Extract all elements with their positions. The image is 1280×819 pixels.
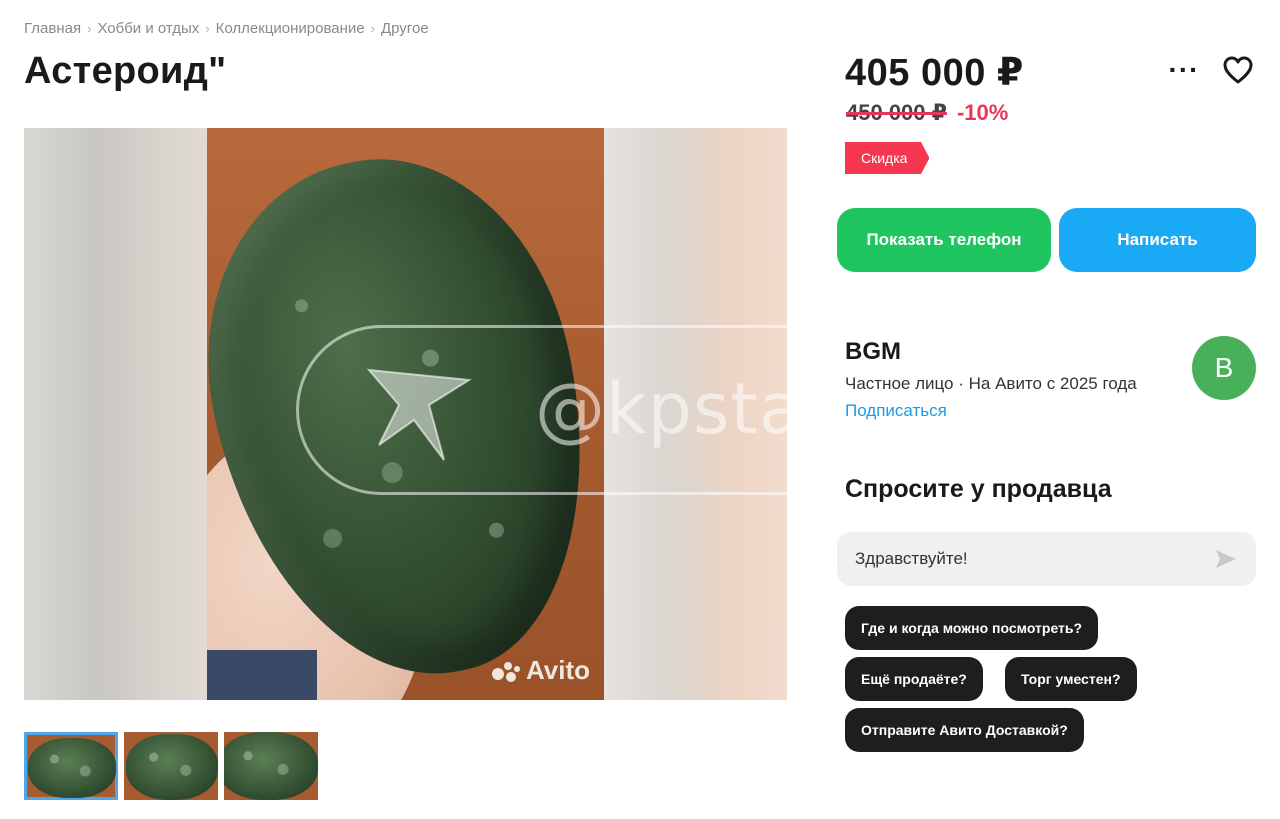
write-message-button[interactable]: Написать	[1059, 208, 1256, 272]
thumbnail-rock-image	[126, 734, 218, 800]
send-icon[interactable]	[1214, 547, 1238, 571]
ask-seller-title: Спросите у продавца	[845, 475, 1112, 503]
avatar[interactable]: B	[1192, 336, 1256, 400]
old-price-row: 450 000 ₽ -10%	[846, 100, 1008, 126]
avito-photo-watermark-text: Avito	[525, 655, 590, 685]
message-input[interactable]	[855, 549, 1214, 569]
breadcrumb: Главная › Хобби и отдых › Коллекциониров…	[24, 20, 429, 37]
photo-blur-left	[24, 128, 207, 700]
show-phone-button[interactable]: Показать телефон	[837, 208, 1051, 272]
message-field-container	[837, 532, 1256, 586]
seller-name[interactable]: BGM	[845, 338, 901, 366]
breadcrumb-collecting[interactable]: Коллекционирование	[216, 20, 365, 37]
heart-icon[interactable]	[1220, 52, 1256, 88]
quick-reply-where-when[interactable]: Где и когда можно посмотреть?	[845, 606, 1099, 650]
breadcrumb-separator: ›	[205, 21, 210, 36]
discount-badge: Скидка	[845, 142, 930, 174]
thumbnail-3[interactable]	[224, 732, 318, 800]
quick-reply-delivery[interactable]: Отправите Авито Доставкой?	[845, 708, 1084, 752]
old-price: 450 000 ₽	[846, 100, 947, 125]
main-photo-gallery[interactable]: Avito	[24, 128, 787, 700]
breadcrumb-separator: ›	[87, 21, 92, 36]
quick-reply-bargain[interactable]: Торг уместен?	[1005, 657, 1137, 701]
breadcrumb-other[interactable]: Другое	[381, 20, 429, 37]
thumbnail-2[interactable]	[124, 732, 218, 800]
breadcrumb-hobby[interactable]: Хобби и отдых	[97, 20, 199, 37]
avito-logo-icon	[491, 660, 520, 682]
thumbnail-rock-image	[28, 738, 116, 798]
more-horizontal-icon[interactable]: ···	[1166, 52, 1202, 88]
thumbnail-strip	[24, 732, 318, 800]
page-title: Астероид"	[24, 50, 227, 92]
avito-photo-watermark: Avito	[491, 655, 590, 686]
current-price: 405 000 ₽	[845, 52, 1024, 94]
breadcrumb-separator: ›	[370, 21, 375, 36]
breadcrumb-home[interactable]: Главная	[24, 20, 81, 37]
thumbnail-rock-image	[224, 732, 318, 800]
thumbnail-1[interactable]	[24, 732, 118, 800]
discount-percent: -10%	[956, 100, 1009, 125]
subscribe-link[interactable]: Подписаться	[845, 401, 947, 421]
sleeve-image	[207, 650, 317, 700]
seller-meta: Частное лицо · На Авито с 2025 года	[845, 374, 1137, 393]
quick-reply-still-selling[interactable]: Ещё продаёте?	[845, 657, 983, 701]
photo-blur-right	[604, 128, 787, 700]
main-photo[interactable]: Avito	[207, 128, 604, 700]
